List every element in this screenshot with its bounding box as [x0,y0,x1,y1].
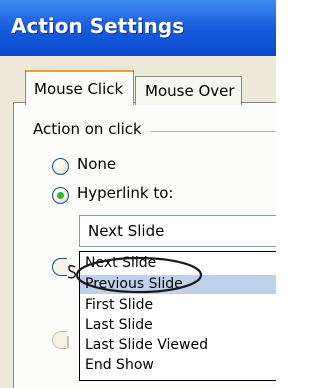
hyperlink-target-combo[interactable]: Next Slide [79,215,276,247]
action-settings-dialog: Action Settings Mouse Click Mouse Over A… [0,0,276,388]
partial-s-icon [67,265,76,279]
tab-mouse-click-label: Mouse Click [34,80,124,98]
dropdown-item-label: Next Slide [85,255,157,271]
none-radio[interactable] [52,158,69,175]
dropdown-item-label: Previous Slide [85,276,183,292]
combo-value: Next Slide [88,222,165,240]
dropdown-item-label: Last Slide Viewed [85,337,208,353]
hyperlink-radio-label[interactable]: Hyperlink to: [77,184,173,202]
dropdown-item-next-slide[interactable]: Next Slide [80,254,276,273]
partial-disabled-glyph [67,336,77,348]
dropdown-item-previous-slide[interactable]: Previous Slide [80,275,276,294]
partial-radio-icon[interactable] [52,258,67,276]
tab-mouse-over[interactable]: Mouse Over [135,76,242,105]
dropdown-item-label: Last Slide [85,317,153,333]
dropdown-item-last-slide[interactable]: Last Slide [80,316,276,335]
title-bar[interactable]: Action Settings [0,0,276,56]
partial-disabled-radio-icon [52,331,67,349]
action-group-label: Action on click [33,120,142,138]
tab-mouse-click[interactable]: Mouse Click [25,70,134,105]
hyperlink-radio[interactable] [52,187,69,204]
group-divider [150,131,276,132]
dropdown-item-label: First Slide [85,297,154,313]
dropdown-item-label: End Show [85,357,154,373]
dropdown-item-first-slide[interactable]: First Slide [80,296,276,315]
none-radio-label[interactable]: None [77,155,116,173]
dialog-title: Action Settings [11,14,185,38]
radio-selected-dot [57,192,64,199]
slide-dropdown-list[interactable]: Next Slide Previous Slide First Slide La… [79,251,276,381]
partial-radio-glyph [67,264,77,284]
tab-mouse-over-label: Mouse Over [145,82,235,100]
dropdown-item-end-show[interactable]: End Show [80,356,276,375]
dropdown-item-last-slide-viewed[interactable]: Last Slide Viewed [80,336,276,355]
